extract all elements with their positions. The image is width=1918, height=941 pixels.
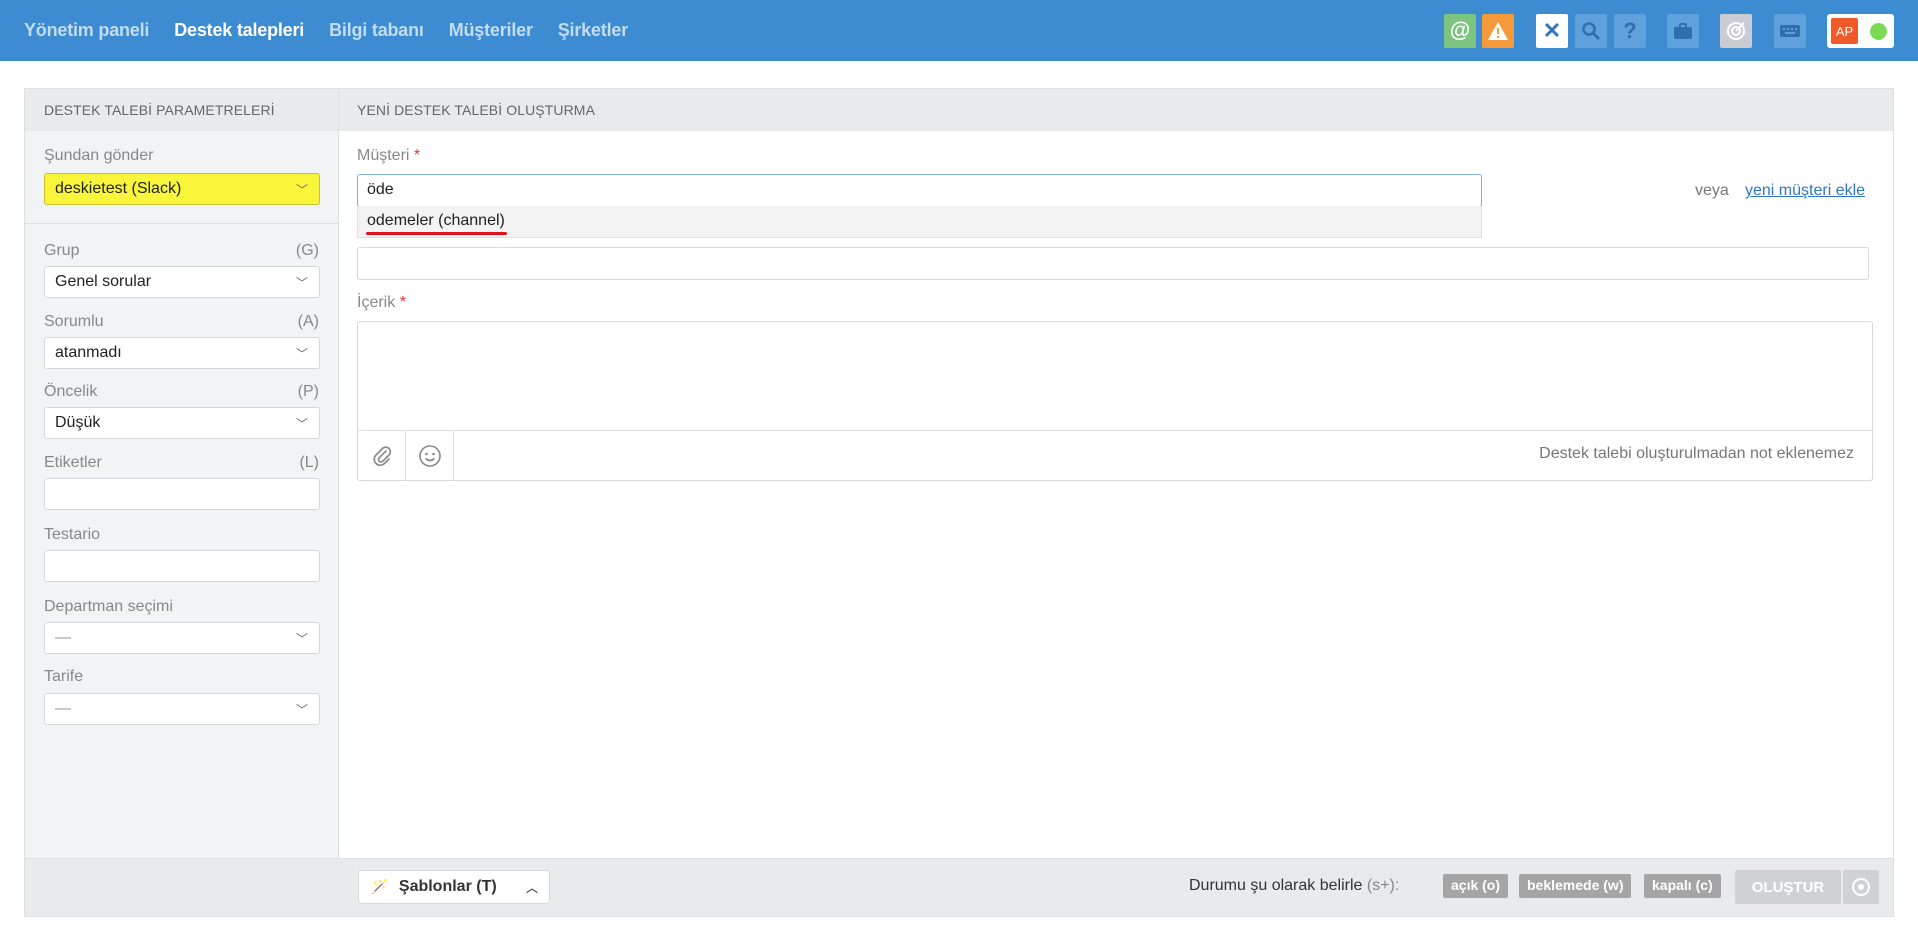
top-navigation-bar: Yönetim paneli Destek talepleri Bilgi ta… [0,0,1918,61]
assignee-shortcut: (A) [297,313,319,330]
assignee-label: Sorumlu [44,313,104,330]
required-mark: * [413,147,421,164]
chevron-down-icon: ﹀ [295,276,308,290]
suggestion-highlight [366,232,507,235]
content-label-text: İçerik [357,294,396,311]
new-ticket-form: YENİ DESTEK TALEBİ OLUŞTURMA Müşteri * ö… [339,89,1893,916]
nav-dashboard[interactable]: Yönetim paneli [24,20,149,41]
group-select[interactable]: Genel sorular ﹀ [44,266,320,298]
department-label: Departman seçimi [44,598,173,615]
new-ticket-header: YENİ DESTEK TALEBİ OLUŞTURMA [339,89,1893,131]
status-closed-button[interactable]: kapalı (c) [1644,874,1721,898]
status-pending-button[interactable]: beklemede (w) [1519,874,1632,898]
customer-suggestions-dropdown: odemeler (channel) [357,206,1482,238]
tariff-select[interactable]: — ﹀ [44,693,320,725]
status-open-button[interactable]: açık (o) [1443,874,1509,898]
send-from-value: deskietest (Slack) [55,180,182,197]
radio-icon [1852,878,1870,896]
ticket-create-panel: DESTEK TALEBİ PARAMETRELERİ Şundan gönde… [24,88,1894,917]
at-icon[interactable]: @ [1444,14,1476,48]
chevron-down-icon: ﹀ [295,703,308,717]
assignee-value: atanmadı [55,344,122,361]
note-disabled-text: Destek talebi oluşturulmadan not eklenem… [1539,445,1854,462]
search-icon[interactable] [1575,14,1607,48]
briefcase-icon[interactable] [1667,14,1699,48]
content-label: İçerik * [357,294,406,312]
tariff-value: — [55,700,71,717]
chevron-down-icon: ﹀ [295,183,308,197]
parameters-header: DESTEK TALEBİ PARAMETRELERİ [25,89,338,131]
content-editor[interactable]: Destek talebi oluşturulmadan not eklenem… [357,321,1873,481]
help-icon[interactable]: ? [1614,14,1646,48]
nav-tickets[interactable]: Destek talepleri [174,20,304,41]
status-shortcut: (s+): [1366,877,1400,894]
customer-label-text: Müşteri [357,147,410,164]
group-value: Genel sorular [55,273,152,290]
user-menu[interactable]: AP [1827,14,1894,48]
priority-value: Düşük [55,414,101,431]
chevron-down-icon: ﹀ [295,417,308,431]
avatar: AP [1831,18,1858,44]
templates-button[interactable]: 🪄 Şablonlar (T) ︿ [358,870,550,904]
or-text: veya [1695,182,1729,199]
customer-label: Müşteri * [357,147,420,165]
add-new-customer-link[interactable]: yeni müşteri ekle [1745,182,1865,200]
close-icon[interactable]: ✕ [1536,14,1568,48]
templates-label: Şablonlar (T) [398,878,497,895]
priority-shortcut: (P) [297,383,319,400]
required-mark: * [399,294,406,311]
divider [25,223,338,224]
assignee-select[interactable]: atanmadı ﹀ [44,337,320,369]
priority-label: Öncelik [44,383,98,400]
group-shortcut: (G) [295,242,319,259]
customer-search-value: öde [367,181,394,198]
keyboard-icon[interactable] [1774,14,1806,48]
form-footer: 🪄 Şablonlar (T) ︿ Durumu şu olarak belir… [25,858,1893,916]
attachment-icon[interactable] [358,431,406,481]
status-label-text: Durumu şu olarak belirle [1189,877,1363,894]
online-status-indicator [1870,23,1887,40]
create-options-button[interactable] [1843,870,1879,904]
group-label: Grup [44,242,80,259]
tariff-label: Tarife [44,668,84,685]
editor-toolbar: Destek talebi oluşturulmadan not eklenem… [358,430,1872,481]
send-from-label: Şundan gönder [44,147,154,164]
tags-shortcut: (L) [299,454,319,471]
ticket-parameters-sidebar: DESTEK TALEBİ PARAMETRELERİ Şundan gönde… [25,89,339,916]
magic-wand-icon: 🪄 [371,878,389,894]
tags-input[interactable] [44,478,320,510]
department-value: — [55,629,71,646]
customer-search-input[interactable]: öde [357,174,1482,207]
chevron-down-icon: ﹀ [295,632,308,646]
department-select[interactable]: — ﹀ [44,622,320,654]
tags-label: Etiketler [44,454,102,471]
set-status-label: Durumu şu olarak belirle (s+): [1189,877,1399,895]
subject-input[interactable] [357,247,1869,280]
nav-knowledge-base[interactable]: Bilgi tabanı [329,20,424,41]
testario-input[interactable] [44,550,320,582]
nav-companies[interactable]: Şirketler [558,20,628,41]
emoji-icon[interactable] [406,431,454,481]
customer-suggestion-item[interactable]: odemeler (channel) [367,212,505,230]
main-nav: Yönetim paneli Destek talepleri Bilgi ta… [24,20,653,41]
warning-icon[interactable] [1482,14,1514,48]
chevron-up-icon: ︿ [525,881,538,895]
create-button[interactable]: OLUŞTUR [1735,870,1841,904]
send-from-select[interactable]: deskietest (Slack) ﹀ [44,173,320,205]
testario-label: Testario [44,526,101,543]
target-icon[interactable] [1720,14,1752,48]
chevron-down-icon: ﹀ [295,347,308,361]
nav-customers[interactable]: Müşteriler [449,20,533,41]
priority-select[interactable]: Düşük ﹀ [44,407,320,439]
